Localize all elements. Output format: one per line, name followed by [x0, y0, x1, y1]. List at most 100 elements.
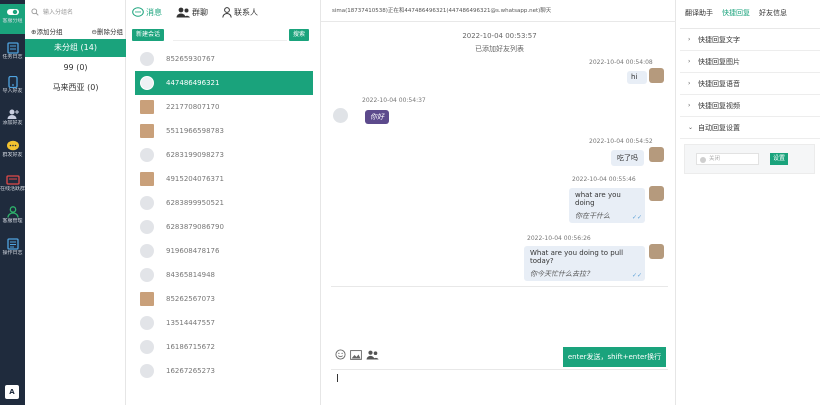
- contact-row[interactable]: 221770807170: [135, 95, 313, 119]
- rail-item-add-friend[interactable]: 添加好友: [0, 106, 25, 136]
- avatar: [140, 292, 154, 306]
- rail-item-mass-send[interactable]: 群发好友: [0, 138, 25, 168]
- contact-row[interactable]: 4915204076371: [135, 167, 313, 191]
- add-user-icon: [7, 109, 19, 119]
- contact-number: 919608478176: [166, 247, 220, 255]
- message-bubble-outgoing: hi: [627, 71, 647, 84]
- auto-reply-value: 关闭: [709, 156, 721, 162]
- avatar: [140, 76, 154, 90]
- avatar: [140, 244, 154, 258]
- tab-messages-label: 消息: [146, 7, 162, 17]
- group-search-placeholder: 输入分组名: [43, 9, 74, 16]
- auto-reply-settings[interactable]: ⌄ 自动回复设置: [680, 117, 820, 139]
- image-button[interactable]: [350, 349, 362, 362]
- message-translation: 你在干什么: [575, 212, 610, 220]
- tab-contacts[interactable]: 联系人: [222, 6, 258, 18]
- auto-reply-select[interactable]: 关闭: [696, 153, 759, 165]
- quick-reply-voice[interactable]: › 快捷回复语音: [680, 73, 820, 95]
- tab-quick-reply[interactable]: 快捷回复: [722, 8, 750, 18]
- contact-row[interactable]: 16186715672: [135, 335, 313, 359]
- contact-row[interactable]: 6283899950521: [135, 191, 313, 215]
- quick-reply-label: 快捷回复文字: [698, 35, 740, 44]
- contact-row[interactable]: 447486496321: [135, 71, 313, 95]
- user-icon: [6, 206, 19, 218]
- avatar: [140, 364, 154, 378]
- rail-item-import-friends[interactable]: 导入好友: [0, 74, 25, 104]
- add-group-label: 添加分组: [36, 28, 63, 36]
- contact-row[interactable]: 5511966598783: [135, 119, 313, 143]
- quick-reply-image[interactable]: › 快捷回复图片: [680, 51, 820, 73]
- contact-row[interactable]: 84365814948: [135, 263, 313, 287]
- message-input[interactable]: [331, 369, 668, 405]
- text-caret: [337, 374, 338, 382]
- translate-icon[interactable]: A: [5, 385, 19, 399]
- auto-reply-box: 关闭 设置: [684, 144, 815, 174]
- tab-friend-info[interactable]: 好友信息: [759, 8, 787, 18]
- quick-reply-label: 快捷回复语音: [698, 79, 740, 88]
- read-check-icon: ✓✓: [631, 272, 642, 279]
- rail-item-service-group[interactable]: 客服分组: [0, 4, 25, 34]
- contact-search-input[interactable]: [173, 29, 287, 41]
- contact-row[interactable]: 85265930767: [135, 47, 313, 71]
- message-bubble-outgoing: what are you doing 你在干什么 ✓✓: [569, 188, 645, 223]
- rail-item-label: 客服分组: [2, 18, 23, 24]
- contact-row[interactable]: 85262567073: [135, 287, 313, 311]
- rail-item-operation-log[interactable]: 操作日志: [0, 236, 25, 266]
- toggle-icon: [6, 9, 19, 15]
- quick-reply-text[interactable]: › 快捷回复文字: [680, 29, 820, 51]
- rail-item-label: 操作日志: [2, 250, 23, 256]
- contact-row[interactable]: 13514447557: [135, 311, 313, 335]
- contact-card-button[interactable]: [366, 350, 379, 362]
- contact-row[interactable]: 16267265273: [135, 359, 313, 383]
- contact-row[interactable]: 919608478176: [135, 239, 313, 263]
- set-button[interactable]: 设置: [770, 153, 789, 165]
- contact-number: 85265930767: [166, 55, 215, 63]
- rail-item-active-groups[interactable]: 在线活跃群: [0, 172, 25, 202]
- avatar: [140, 100, 154, 114]
- delete-group-button[interactable]: ⊖删除分组: [92, 26, 123, 36]
- rail-item-agent-management[interactable]: 客服管理: [0, 204, 25, 234]
- group-item-ungrouped[interactable]: 未分组 (14): [25, 39, 126, 57]
- contact-number: 6283879086790: [166, 223, 224, 231]
- contact-search-button[interactable]: 搜索: [289, 29, 310, 41]
- group-item-malaysia[interactable]: 马来西亚 (0): [25, 79, 126, 97]
- emoji-button[interactable]: [335, 349, 346, 362]
- avatar: [333, 108, 348, 123]
- chevron-right-icon: ›: [688, 102, 691, 109]
- avatar: [649, 244, 664, 259]
- contact-number: 447486496321: [166, 79, 220, 87]
- contact-row[interactable]: 6283199098273: [135, 143, 313, 167]
- contact-number: 13514447557: [166, 319, 215, 327]
- new-chat-button[interactable]: 新建会话: [132, 29, 165, 41]
- avatar: [140, 172, 154, 186]
- add-group-button[interactable]: ⊕添加分组: [31, 26, 62, 36]
- group-item-99[interactable]: 99 (0): [25, 59, 126, 77]
- rail-item-task-log[interactable]: 任务日志: [0, 40, 25, 70]
- avatar: [140, 52, 154, 66]
- message-bubble-outgoing: What are you doing to pull today? 你今天忙什么…: [524, 246, 645, 281]
- phone-icon: [7, 76, 18, 88]
- contact-row[interactable]: 6283879086790: [135, 215, 313, 239]
- send-button[interactable]: enter发送，shift+enter换行: [563, 347, 666, 367]
- tab-messages[interactable]: 消息: [132, 7, 162, 18]
- tab-translation-assistant[interactable]: 翻译助手: [685, 8, 713, 18]
- tab-group-chat-label: 群聊: [192, 7, 208, 17]
- chevron-right-icon: ›: [688, 58, 691, 65]
- contact-number: 221770807170: [166, 103, 220, 111]
- tab-group-chat[interactable]: 群聊: [176, 7, 208, 18]
- quick-reply-label: 快捷回复视频: [698, 101, 740, 110]
- group-search-input[interactable]: 输入分组名: [31, 5, 121, 18]
- avatar: [140, 316, 154, 330]
- chat-bubble-icon: [6, 140, 19, 151]
- nav-rail: 客服分组 任务日志 导入好友 添加好友 群发好友 在线活跃群 客服管理 操作日志…: [0, 0, 25, 405]
- chat-messages: 2022-10-04 00:53:57 已添加好友列表 2022-10-04 0…: [331, 22, 668, 287]
- message-translation: 你今天忙什么去拉？: [530, 270, 593, 278]
- quick-reply-video[interactable]: › 快捷回复视频: [680, 95, 820, 117]
- assistant-panel: 翻译助手 快捷回复 好友信息 › 快捷回复文字 › 快捷回复图片 › 快捷回复语音 ›…: [677, 0, 822, 405]
- tab-contacts-label: 联系人: [234, 7, 258, 17]
- contact-tabs: 消息 群聊 联系人: [132, 4, 272, 20]
- delete-group-label: 删除分组: [97, 28, 123, 36]
- rail-item-label: 导入好友: [2, 88, 23, 94]
- message-text: What are you doing to pull today?: [530, 249, 624, 265]
- contact-panel: 消息 群聊 联系人 新建会话 搜索 85265930767 44748649632…: [126, 0, 321, 405]
